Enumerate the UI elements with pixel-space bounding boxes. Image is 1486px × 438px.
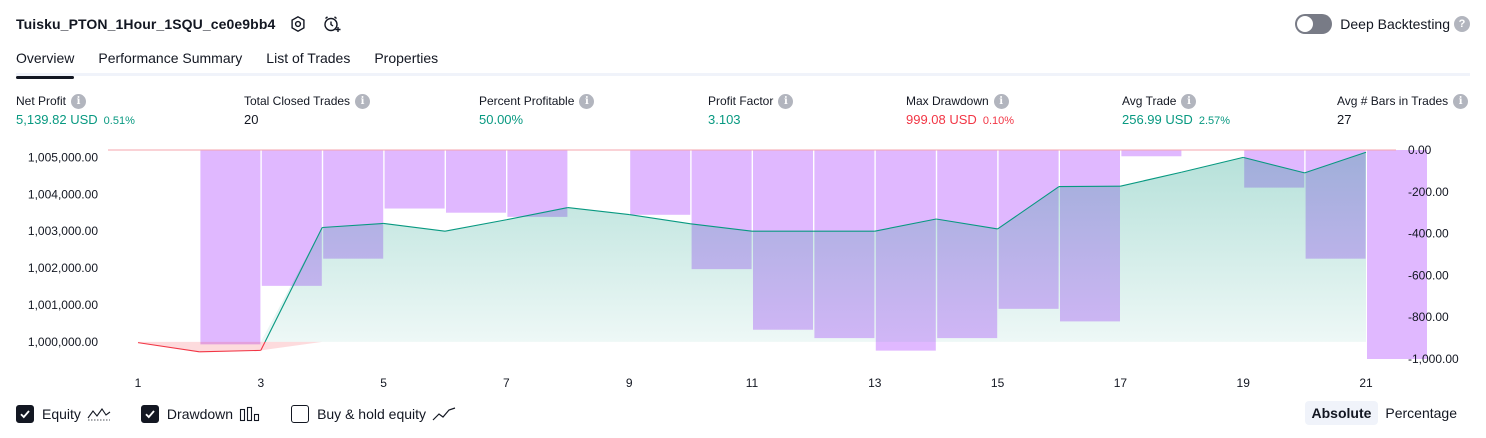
legend-label: Drawdown [166, 406, 234, 422]
metric-avg-bars-in-trades: Avg # Bars in Trades i 27 [1337, 93, 1469, 128]
right-axis-tick-label: -600.00 [1408, 268, 1449, 282]
drawdown-bar [1367, 150, 1427, 359]
drawdown-bar [507, 150, 568, 217]
right-axis-tick-label: -200.00 [1408, 185, 1449, 199]
deep-backtesting-label: Deep Backtesting [1340, 16, 1450, 32]
metric-percent: 2.57% [1198, 115, 1231, 127]
left-axis-tick-label: 1,003,000.00 [28, 224, 98, 238]
x-axis-tick-label: 21 [1359, 376, 1373, 390]
x-axis-tick-label: 7 [503, 376, 510, 390]
x-axis-tick-label: 11 [746, 376, 759, 390]
right-axis-tick-label: -400.00 [1408, 227, 1449, 241]
metric-label: Max Drawdown [906, 94, 989, 108]
equity-area [138, 152, 1366, 342]
legend-label: Equity [42, 406, 81, 422]
equity-line-icon [87, 406, 111, 422]
left-axis-tick-label: 1,002,000.00 [28, 261, 98, 275]
right-axis-tick-label: -800.00 [1408, 310, 1449, 324]
info-icon[interactable]: i [579, 93, 595, 109]
x-axis-tick-label: 19 [1237, 376, 1251, 390]
toggle-knob [1297, 16, 1314, 32]
tab-list-of-trades[interactable]: List of Trades [266, 44, 350, 76]
legend-buy-hold-equity[interactable]: Buy & hold equity [291, 405, 456, 423]
help-icon[interactable]: ? [1454, 16, 1470, 32]
tab-properties[interactable]: Properties [374, 44, 438, 76]
info-icon[interactable]: i [993, 93, 1009, 109]
strategy-title: Tuisku_PTON_1Hour_1SQU_ce0e9bb4 [16, 16, 276, 32]
drawdown-checkbox[interactable] [140, 405, 159, 423]
deep-backtesting-toggle[interactable] [1295, 14, 1333, 34]
metric-net-profit: Net Profit i 5,139.82 USD 0.51% [16, 93, 135, 128]
info-icon[interactable]: i [1453, 93, 1469, 109]
metric-percent: 0.10% [982, 115, 1015, 127]
left-axis-tick-label: 1,001,000.00 [28, 298, 98, 312]
settings-icon[interactable] [287, 13, 309, 35]
x-axis-tick-label: 13 [868, 376, 882, 390]
buy-hold-line-icon [432, 406, 456, 422]
x-axis-tick-label: 17 [1114, 376, 1128, 390]
metric-label: Percent Profitable [479, 94, 575, 108]
drawdown-bar [1121, 150, 1182, 157]
drawdown-bar [446, 150, 506, 213]
x-axis-tick-label: 5 [380, 376, 387, 390]
drawdown-bar [200, 150, 261, 345]
equity-series [137, 151, 1367, 353]
metric-label: Net Profit [16, 94, 67, 108]
metric-value: 256.99 USD [1122, 112, 1193, 127]
percentage-button[interactable]: Percentage [1378, 401, 1464, 425]
drawdown-bars-icon [239, 406, 261, 422]
right-axis-tick-label: 0.00 [1408, 143, 1432, 157]
x-axis-tick-label: 9 [626, 376, 633, 390]
deep-backtesting-control: Deep Backtesting ? [1295, 12, 1470, 36]
equity-checkbox[interactable] [16, 405, 34, 423]
metric-label: Avg Trade [1122, 94, 1177, 108]
info-icon[interactable]: i [1181, 93, 1197, 109]
metric-value: 5,139.82 USD [16, 112, 98, 127]
metric-profit-factor: Profit Factor i 3.103 [708, 93, 794, 128]
absolute-button[interactable]: Absolute [1304, 401, 1379, 425]
drawdown-bar [630, 150, 691, 215]
metric-value: 20 [244, 112, 259, 127]
x-axis-tick-label: 15 [991, 376, 1005, 390]
legend-equity[interactable]: Equity [16, 405, 111, 423]
metric-percent-profitable: Percent Profitable i 50.00% [479, 93, 595, 128]
legend-drawdown[interactable]: Drawdown [140, 405, 261, 423]
info-icon[interactable]: i [778, 93, 794, 109]
metric-label: Profit Factor [708, 94, 774, 108]
buy-hold-checkbox[interactable] [291, 405, 310, 423]
metric-percent: 0.51% [103, 115, 135, 127]
metric-label: Total Closed Trades [244, 94, 351, 108]
legend-label: Buy & hold equity [317, 406, 427, 422]
equity-drawdown-chart[interactable]: 1,005,000.00 1,004,000.00 1,003,000.00 1,00… [0, 140, 1486, 395]
metric-value: 50.00% [479, 112, 524, 127]
metric-value: 3.103 [708, 112, 741, 127]
info-icon[interactable]: i [71, 93, 87, 109]
left-axis-tick-label: 1,004,000.00 [28, 187, 98, 201]
report-tabs: Overview Performance Summary List of Tra… [16, 44, 1470, 79]
add-alert-icon[interactable] [321, 13, 343, 35]
left-axis-tick-label: 1,005,000.00 [28, 150, 98, 164]
metric-value: 999.08 USD [906, 112, 977, 127]
tab-overview[interactable]: Overview [16, 44, 75, 79]
right-axis-tick-label: -1,000.00 [1408, 352, 1459, 366]
chart-legend: Equity Drawdown Buy & hold equity [16, 403, 486, 425]
tab-performance-summary[interactable]: Performance Summary [98, 44, 242, 76]
drawdown-bar [384, 150, 445, 209]
strategy-header: Tuisku_PTON_1Hour_1SQU_ce0e9bb4 [16, 12, 343, 36]
metric-value: 27 [1337, 112, 1352, 127]
metric-total-closed-trades: Total Closed Trades i 20 [244, 93, 371, 128]
info-icon[interactable]: i [355, 93, 371, 109]
metric-avg-trade: Avg Trade i 256.99 USD 2.57% [1122, 93, 1230, 128]
x-axis-tick-label: 3 [257, 376, 264, 390]
metric-max-drawdown: Max Drawdown i 999.08 USD 0.10% [906, 93, 1014, 128]
x-axis-tick-label: 1 [135, 376, 142, 390]
left-axis-tick-label: 1,000,000.00 [28, 335, 98, 349]
value-mode-switch: Absolute Percentage [1304, 401, 1465, 425]
metric-label: Avg # Bars in Trades [1337, 94, 1449, 108]
equity-loss-area [138, 341, 1366, 352]
